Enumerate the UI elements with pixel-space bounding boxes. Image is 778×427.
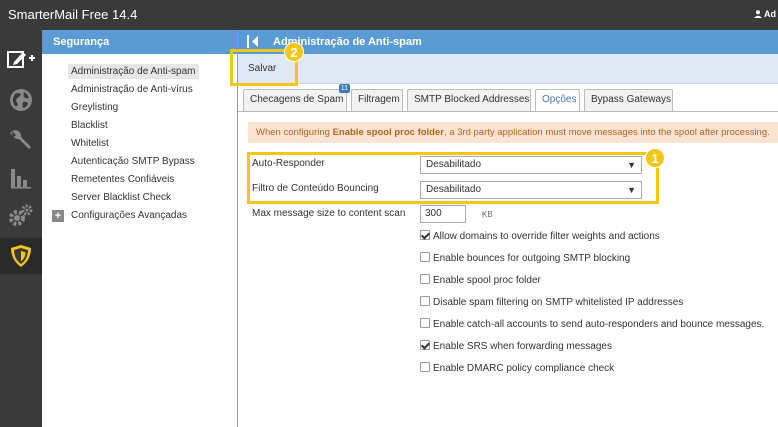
checkbox-srs[interactable]: Enable SRS when forwarding messages — [420, 340, 612, 354]
rail-domains[interactable] — [0, 82, 42, 118]
tab-spam-checks[interactable]: Checagens de Spam 11 — [243, 84, 350, 111]
checkbox-override-weights[interactable]: Allow domains to override filter weights… — [420, 230, 660, 244]
sidebar-list: Administração de Anti-spam Administração… — [42, 63, 238, 225]
main-header: Administração de Anti-spam — [238, 30, 778, 54]
checkbox[interactable] — [420, 252, 430, 262]
checkbox[interactable] — [420, 318, 430, 328]
sidebar-header: Segurança — [42, 30, 237, 54]
sidebar-item-blacklist-check[interactable]: Server Blacklist Check — [42, 189, 238, 207]
max-size-input[interactable]: 300 — [420, 205, 466, 223]
checkbox-disable-whitelisted-ip[interactable]: Disable spam filtering on SMTP whitelist… — [420, 296, 683, 310]
sidebar-item-whitelist[interactable]: Whitelist — [42, 135, 238, 153]
bouncing-filter-select[interactable]: Desabilitado ▼ — [420, 181, 642, 199]
sidebar-item-anti-virus[interactable]: Administração de Anti-vírus — [42, 81, 238, 99]
max-size-label: Max message size to content scan — [252, 208, 406, 219]
auto-responder-label: Auto-Responder — [252, 158, 325, 169]
checkbox-checked[interactable] — [420, 230, 430, 240]
save-button[interactable]: Salvar — [242, 60, 282, 78]
gears-icon — [9, 204, 33, 226]
tab-bypass-gateways[interactable]: Bypass Gateways — [584, 89, 673, 111]
rail-settings[interactable] — [0, 122, 42, 158]
tab-options[interactable]: Opções — [535, 89, 580, 111]
annotation-badge-2: 2 — [284, 42, 304, 62]
main-panel: Administração de Anti-spam Salvar Checag… — [238, 30, 778, 427]
checkbox[interactable] — [420, 362, 430, 372]
wrench-icon — [10, 130, 31, 149]
sidebar-item-trusted-senders[interactable]: Remetentes Confiáveis — [42, 171, 238, 189]
checkbox-catch-all[interactable]: Enable catch-all accounts to send auto-r… — [420, 318, 764, 332]
tab-badge: 11 — [338, 84, 350, 93]
checkbox-outgoing-bounces[interactable]: Enable bounces for outgoing SMTP blockin… — [420, 252, 630, 266]
rail-reports[interactable] — [0, 160, 42, 196]
tab-smtp-blocked[interactable]: SMTP Blocked Addresses — [407, 89, 531, 111]
checkbox-spool-proc[interactable]: Enable spool proc folder — [420, 274, 541, 288]
rail-security[interactable] — [0, 238, 42, 274]
checkbox-dmarc[interactable]: Enable DMARC policy compliance check — [420, 362, 614, 376]
sidebar: Segurança Administração de Anti-spam Adm… — [42, 30, 238, 427]
sidebar-item-smtp-bypass[interactable]: Autenticação SMTP Bypass — [42, 153, 238, 171]
annotation-badge-1: 1 — [645, 148, 665, 168]
auto-responder-select[interactable]: Desabilitado ▼ — [420, 156, 642, 174]
top-bar: SmarterMail Free 14.4 Ad — [0, 0, 778, 30]
rail-services[interactable] — [0, 198, 42, 234]
bar-chart-icon — [11, 169, 31, 189]
dropdown-arrow-icon: ▼ — [627, 160, 636, 170]
rail-compose[interactable] — [0, 42, 42, 78]
app-title: SmarterMail Free 14.4 — [8, 7, 138, 22]
tabs-divider — [238, 111, 778, 112]
bouncing-filter-label: Filtro de Conteúdo Bouncing — [252, 183, 379, 194]
checkbox[interactable] — [420, 274, 430, 284]
icon-rail — [0, 30, 42, 427]
user-name: Ad — [764, 9, 776, 19]
sidebar-item-greylisting[interactable]: Greylisting — [42, 99, 238, 117]
sidebar-item-advanced[interactable]: + Configurações Avançadas — [42, 207, 238, 225]
tab-filtering[interactable]: Filtragem — [351, 89, 403, 111]
expand-plus-icon[interactable]: + — [52, 210, 64, 222]
shield-icon — [11, 245, 31, 267]
max-size-unit: KB — [482, 210, 493, 219]
user-menu[interactable]: Ad — [754, 9, 776, 19]
checkbox-checked[interactable] — [420, 340, 430, 350]
checkbox[interactable] — [420, 296, 430, 306]
spool-warning-alert: When configuring Enable spool proc folde… — [248, 122, 778, 143]
globe-icon — [10, 89, 32, 111]
user-icon — [754, 10, 762, 18]
sidebar-item-anti-spam[interactable]: Administração de Anti-spam — [42, 63, 238, 81]
toolbar: Salvar — [238, 54, 778, 84]
compose-icon — [7, 51, 35, 68]
sidebar-item-blacklist[interactable]: Blacklist — [42, 117, 238, 135]
collapse-sidebar-icon[interactable] — [247, 35, 261, 48]
dropdown-arrow-icon: ▼ — [627, 185, 636, 195]
